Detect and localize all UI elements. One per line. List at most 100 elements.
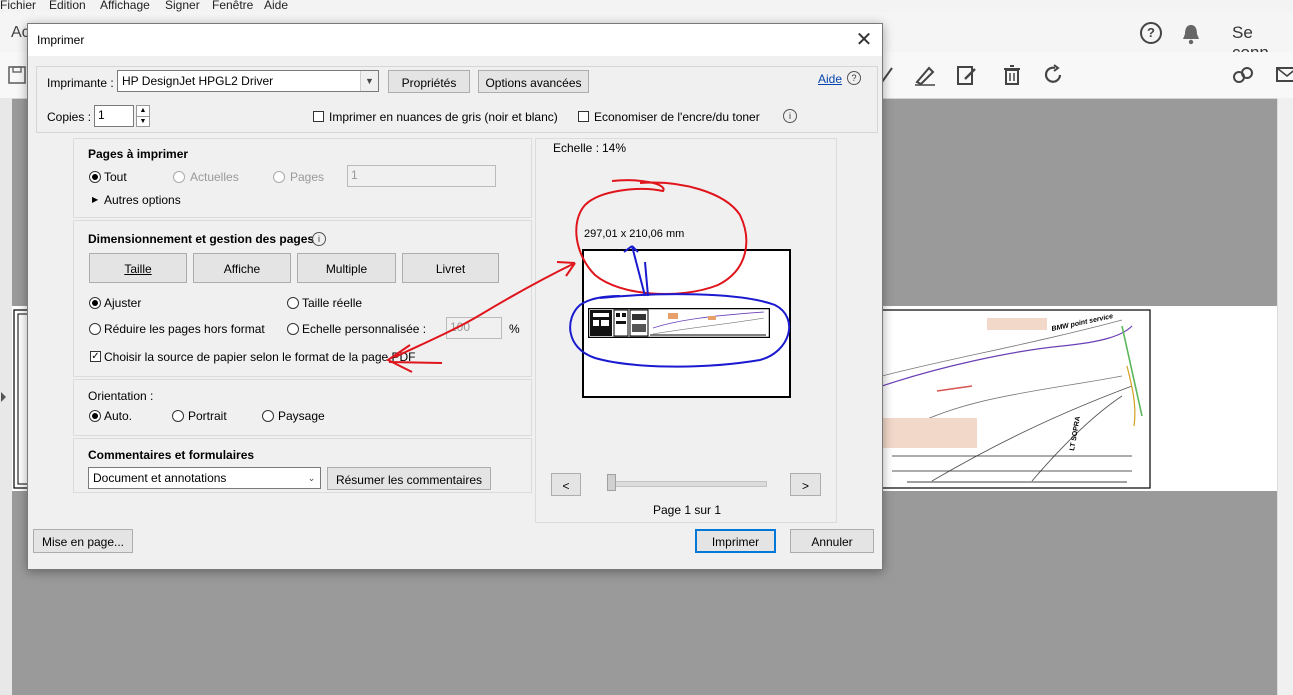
orientation-portrait-label: Portrait [188,409,227,423]
preview-page [582,249,791,398]
comments-select-value: Document et annotations [93,471,227,485]
printer-label: Imprimante : [47,76,114,90]
trash-icon[interactable] [1001,64,1023,86]
chevron-down-icon: ▼ [360,71,378,91]
copies-input[interactable]: 1 [94,105,134,127]
comments-section-title: Commentaires et formulaires [88,448,255,462]
print-dialog: Imprimer ✕ Imprimante : HP DesignJet HPG… [27,23,883,570]
orientation-section: Orientation : Auto. Portrait Paysage [73,379,532,436]
bell-icon[interactable] [1181,23,1201,45]
radio-shrink-oversized[interactable] [89,323,101,335]
print-button[interactable]: Imprimer [695,529,776,553]
left-panel-strip [0,98,12,695]
paper-source-checkbox[interactable]: ✓ [90,351,101,362]
fit-label: Ajuster [104,296,142,310]
grayscale-label: Imprimer en nuances de gris (noir et bla… [329,110,558,124]
comments-section: Commentaires et formulaires Document et … [73,438,532,493]
save-icon[interactable] [8,66,26,84]
help-question-icon[interactable]: ? [847,71,861,85]
custom-scale-input[interactable]: 100 [446,317,502,339]
save-ink-checkbox[interactable] [578,111,589,122]
sizing-section-title: Dimensionnement et gestion des pages [88,232,315,246]
mail-icon[interactable] [1276,66,1293,82]
pages-section-title: Pages à imprimer [88,147,189,161]
preview-panel: Echelle : 14% 297,01 x 210,06 mm < > Pag… [535,138,837,523]
page-slider-track[interactable] [613,481,767,487]
next-page-button[interactable]: > [790,473,821,496]
comments-select[interactable]: Document et annotations ⌄ [88,467,321,489]
paper-source-label: Choisir la source de papier selon le for… [104,350,416,364]
printer-select[interactable]: HP DesignJet HPGL2 Driver ▼ [117,70,379,92]
pages-section: Pages à imprimer Tout Actuelles Pages 1 … [73,138,532,218]
poster-button[interactable]: Affiche [193,253,291,283]
preview-thumbnail [588,308,770,338]
page-indicator: Page 1 sur 1 [653,503,722,517]
edit-document-icon[interactable] [955,64,979,86]
page-range-input[interactable]: 1 [347,165,496,187]
page-setup-button[interactable]: Mise en page... [33,529,133,553]
advanced-options-button[interactable]: Options avancées [478,70,589,93]
printer-options-box: Imprimante : HP DesignJet HPGL2 Driver ▼… [36,66,878,133]
custom-scale-label: Echelle personnalisée : [302,322,427,336]
help-icon[interactable]: ? [1140,22,1162,44]
orientation-auto-label: Auto. [104,409,133,423]
scale-label: Echelle : [553,141,600,155]
page-slider-thumb[interactable] [607,474,616,491]
radio-all-pages[interactable] [89,171,101,183]
radio-orientation-auto[interactable] [89,410,101,422]
actual-size-label: Taille réelle [302,296,363,310]
current-page-label: Actuelles [190,170,239,184]
menu-fenetre[interactable]: Fenêtre [212,0,253,12]
copies-label: Copies : [47,110,92,124]
dialog-title: Imprimer [37,33,85,47]
radio-page-range[interactable] [273,171,285,183]
menu-aide[interactable]: Aide [264,0,288,12]
grayscale-checkbox[interactable] [313,111,324,122]
radio-actual-size[interactable] [287,297,299,309]
save-ink-label: Economiser de l'encre/du toner [594,110,760,124]
percent-sign: % [509,322,520,336]
panel-expand-arrow-icon[interactable] [0,391,8,403]
dialog-titlebar: Imprimer ✕ [28,24,882,56]
shrink-oversized-label: Réduire les pages hors format [104,322,265,336]
all-pages-label: Tout [104,170,127,184]
more-options-toggle[interactable]: Autres options [104,193,181,207]
chevron-down-icon: ⌄ [303,468,320,488]
radio-custom-scale[interactable] [287,323,299,335]
expand-triangle-icon[interactable]: ▶ [92,195,98,204]
sizing-info-icon[interactable]: i [312,232,326,246]
radio-fit[interactable] [89,297,101,309]
orientation-landscape-label: Paysage [278,409,325,423]
paper-dimensions: 297,01 x 210,06 mm [584,228,685,240]
radio-orientation-landscape[interactable] [262,410,274,422]
info-icon[interactable]: i [783,109,797,123]
prev-page-button[interactable]: < [551,473,581,496]
stepper-down-icon[interactable]: ▼ [137,117,149,127]
size-button[interactable]: Taille [89,253,187,283]
stepper-up-icon[interactable]: ▲ [137,106,149,117]
close-icon[interactable]: ✕ [850,27,878,53]
radio-orientation-portrait[interactable] [172,410,184,422]
menu-edition[interactable]: Edition [49,0,86,12]
vertical-scrollbar[interactable] [1277,98,1293,695]
multiple-button[interactable]: Multiple [297,253,396,283]
menu-affichage[interactable]: Affichage [100,0,150,12]
page-range-label: Pages [290,170,325,184]
menu-signer[interactable]: Signer [165,0,200,12]
help-link[interactable]: Aide [818,72,842,86]
properties-button[interactable]: Propriétés [388,70,470,93]
sizing-section: Dimensionnement et gestion des pages i T… [73,220,532,377]
printer-select-value: HP DesignJet HPGL2 Driver [122,74,274,88]
menu-bar: Fichier Edition Affichage Signer Fenêtre… [0,0,1293,12]
link-icon[interactable] [1231,64,1257,86]
copies-stepper[interactable]: ▲ ▼ [136,105,150,127]
booklet-button[interactable]: Livret [402,253,499,283]
radio-current-page[interactable] [173,171,185,183]
menu-fichier[interactable]: Fichier [0,0,36,12]
redo-icon[interactable] [1043,64,1065,86]
scale-value: 14% [602,141,627,155]
orientation-title: Orientation : [88,389,154,403]
cancel-button[interactable]: Annuler [790,529,874,553]
sign-icon[interactable] [913,64,937,86]
summarize-comments-button[interactable]: Résumer les commentaires [327,467,491,490]
